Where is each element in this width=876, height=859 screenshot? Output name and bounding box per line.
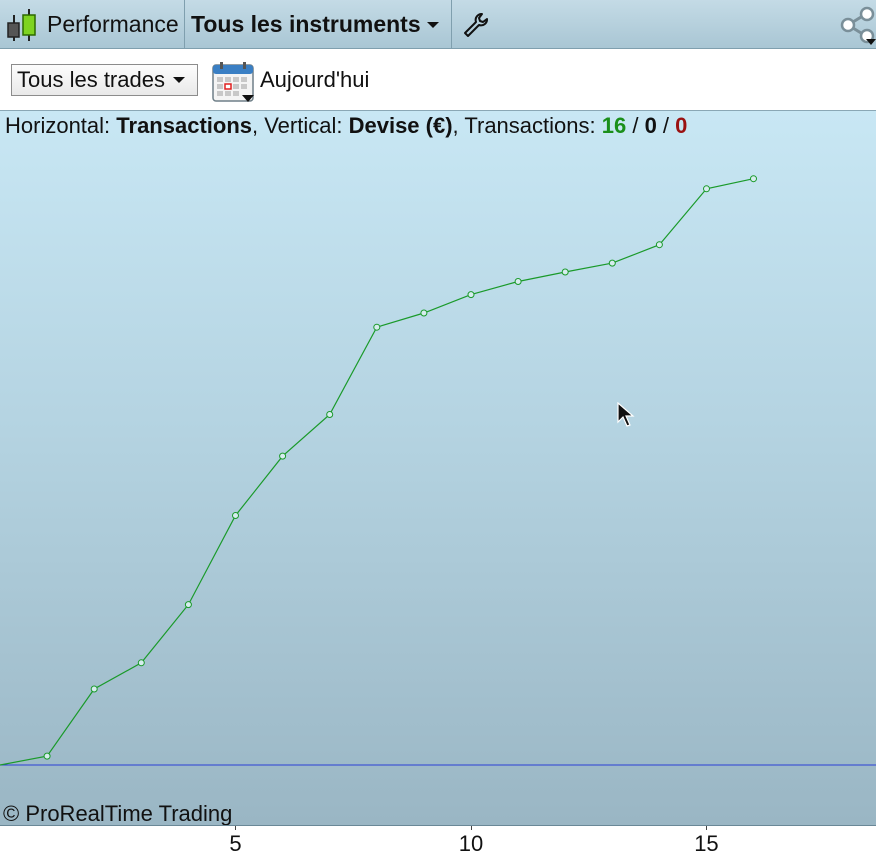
- settings-button[interactable]: [462, 0, 490, 49]
- data-point: [232, 512, 239, 519]
- chart-header: Horizontal: Transactions, Vertical: Devi…: [5, 113, 687, 139]
- trades-filter-label: Tous les trades: [17, 67, 165, 92]
- data-point: [703, 185, 710, 193]
- performance-window: Performance Tous les instruments Tous le…: [0, 0, 876, 859]
- calendar-icon[interactable]: [212, 61, 256, 103]
- data-point: [90, 685, 98, 693]
- date-range-label[interactable]: Aujourd'hui: [260, 67, 369, 93]
- x-tick-label: 15: [694, 831, 719, 856]
- data-point: [467, 291, 475, 299]
- x-tick-label: 5: [229, 831, 242, 856]
- toolbar-divider: [184, 0, 185, 49]
- candlestick-icon: [7, 8, 36, 41]
- horizontal-prefix: Horizontal:: [5, 113, 117, 138]
- transactions-losing-count: 0: [675, 113, 688, 138]
- vertical-value: Devise (€): [348, 113, 453, 138]
- data-point: [279, 452, 287, 460]
- separator: /: [656, 113, 676, 138]
- share-icon: [840, 6, 876, 45]
- x-tick-mark: [706, 826, 708, 830]
- transactions-neutral-count: 0: [644, 113, 657, 138]
- x-tick-mark: [235, 826, 237, 830]
- data-point: [373, 323, 381, 331]
- x-tick-label: 10: [458, 831, 484, 856]
- data-point: [514, 278, 522, 285]
- data-point: [184, 601, 192, 609]
- filter-bar: Tous les trades Aujourd'hui: [0, 49, 876, 111]
- vertical-prefix: , Vertical:: [252, 113, 349, 138]
- equity-line: [0, 178, 754, 766]
- data-point: [137, 659, 145, 667]
- transactions-total-count: 16: [601, 113, 627, 138]
- x-tick-mark: [470, 826, 472, 830]
- data-point: [750, 175, 757, 183]
- horizontal-value: Transactions: [116, 113, 252, 138]
- equity-chart: Horizontal: Transactions, Vertical: Devi…: [0, 111, 876, 826]
- performance-label: Performance: [47, 11, 179, 37]
- instruments-label: Tous les instruments: [191, 11, 421, 37]
- separator: /: [626, 113, 645, 138]
- copyright-label: © ProRealTime Trading: [3, 801, 233, 826]
- trades-filter-dropdown[interactable]: Tous les trades: [11, 64, 198, 96]
- chevron-down-icon: [426, 21, 439, 28]
- data-point: [420, 309, 428, 317]
- data-point: [326, 411, 334, 418]
- top-toolbar: Performance Tous les instruments: [0, 0, 876, 49]
- wrench-icon: [464, 12, 488, 37]
- data-point: [655, 241, 663, 249]
- performance-tab[interactable]: Performance: [4, 0, 179, 49]
- chevron-down-icon: [172, 77, 185, 83]
- data-points: [43, 175, 757, 760]
- equity-curve-plot: [0, 175, 876, 766]
- toolbar-divider: [451, 0, 452, 49]
- x-axis: 5 10 15: [0, 825, 876, 859]
- transactions-prefix: , Transactions:: [452, 113, 602, 138]
- data-point: [43, 752, 51, 760]
- instruments-dropdown[interactable]: Tous les instruments: [191, 0, 439, 49]
- mouse-cursor-icon: [617, 402, 635, 427]
- share-button[interactable]: [840, 0, 876, 49]
- data-point: [608, 259, 616, 267]
- data-point: [561, 268, 569, 276]
